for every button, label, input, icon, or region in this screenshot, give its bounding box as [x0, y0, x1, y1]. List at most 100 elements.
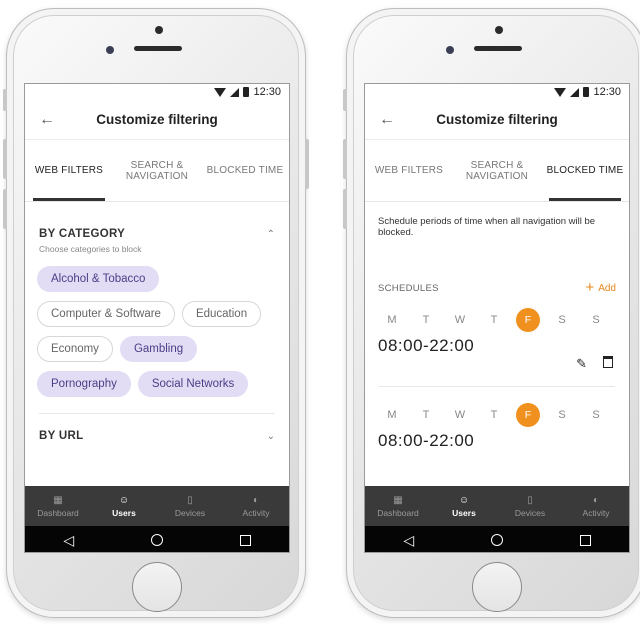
front-camera	[155, 26, 163, 34]
tab-search-navigation[interactable]: SEARCH & NAVIGATION	[453, 140, 541, 201]
chip-gambling[interactable]: Gambling	[119, 336, 198, 362]
category-subtitle: Choose categories to block	[39, 244, 142, 254]
section-title-category: BY CATEGORY	[39, 228, 126, 240]
phone-left: 12:30 ← Customize filtering WEB FILTERS …	[3, 8, 309, 618]
nav-dashboard[interactable]: ▦ Dashboard	[365, 486, 431, 526]
day-sat[interactable]: S	[545, 409, 579, 421]
nav-activity[interactable]: ◐ Activity	[223, 486, 289, 526]
status-time: 12:30	[593, 86, 621, 98]
add-schedule-button[interactable]: + Add	[585, 279, 616, 296]
chip-social-networks[interactable]: Social Networks	[137, 371, 249, 397]
day-tue[interactable]: T	[409, 314, 443, 326]
edit-pencil-icon[interactable]: ✎	[576, 356, 587, 372]
screen-web-filters: 12:30 ← Customize filtering WEB FILTERS …	[24, 83, 290, 553]
home-button[interactable]	[132, 562, 182, 612]
day-sat[interactable]: S	[545, 314, 579, 326]
home-button[interactable]	[472, 562, 522, 612]
signal-icon	[230, 87, 240, 97]
system-back-icon[interactable]: ◁	[403, 532, 414, 549]
mute-switch	[343, 89, 347, 111]
tab-web-filters[interactable]: WEB FILTERS	[365, 140, 453, 201]
day-fri-selected[interactable]: F	[516, 403, 540, 427]
pie-chart-icon: ◐	[252, 494, 260, 506]
schedule-time: 08:00-22:00	[378, 336, 475, 355]
users-icon: ☺	[458, 494, 470, 506]
chip-alcohol-tobacco[interactable]: Alcohol & Tobacco	[37, 266, 160, 292]
chip-pornography[interactable]: Pornography	[37, 371, 131, 397]
nav-users[interactable]: ☺ Users	[91, 486, 157, 526]
chip-economy[interactable]: Economy	[37, 336, 113, 362]
status-bar: 12:30	[25, 84, 289, 100]
bottom-nav: ▦ Dashboard ☺ Users ▯ Devices ◐ Activity	[365, 486, 629, 526]
volume-up-button	[343, 139, 347, 179]
proximity-sensor	[446, 46, 454, 54]
earpiece-speaker	[134, 46, 182, 51]
bottom-nav: ▦ Dashboard ☺ Users ▯ Devices ◐ Activity	[25, 486, 289, 526]
phone-icon: ▯	[187, 494, 193, 506]
nav-activity[interactable]: ◐ Activity	[563, 486, 629, 526]
tab-web-filters[interactable]: WEB FILTERS	[25, 140, 113, 201]
page-title: Customize filtering	[96, 112, 218, 127]
system-recents-icon[interactable]	[239, 534, 251, 546]
screen-blocked-time: 12:30 ← Customize filtering WEB FILTERS …	[364, 83, 630, 553]
wifi-icon	[554, 87, 567, 97]
day-sun[interactable]: S	[579, 314, 613, 326]
day-wed[interactable]: W	[443, 314, 477, 326]
arrow-left-icon[interactable]: ←	[379, 111, 399, 129]
nav-dashboard[interactable]: ▦ Dashboard	[25, 486, 91, 526]
schedule-time: 08:00-22:00	[378, 431, 475, 450]
system-home-icon[interactable]	[150, 534, 163, 546]
power-button	[305, 139, 309, 189]
system-nav-bar: ◁	[365, 526, 629, 552]
day-tue[interactable]: T	[409, 409, 443, 421]
tab-bar: WEB FILTERS SEARCH & NAVIGATION BLOCKED T…	[365, 140, 629, 202]
page-title: Customize filtering	[436, 112, 558, 127]
tab-search-navigation[interactable]: SEARCH & NAVIGATION	[113, 140, 201, 201]
users-icon: ☺	[118, 494, 130, 506]
day-sun[interactable]: S	[579, 409, 613, 421]
tab-blocked-time[interactable]: BLOCKED TIME	[541, 140, 629, 201]
chip-education[interactable]: Education	[181, 301, 262, 327]
day-thu[interactable]: T	[477, 314, 511, 326]
app-bar: ← Customize filtering	[25, 100, 289, 140]
chevron-down-icon[interactable]: ⌄	[267, 431, 275, 442]
day-fri-selected[interactable]: F	[516, 308, 540, 332]
blocked-time-description: Schedule periods of time when all naviga…	[378, 216, 596, 238]
grid-icon: ▦	[393, 494, 403, 506]
earpiece-speaker	[474, 46, 522, 51]
phone-right: 12:30 ← Customize filtering WEB FILTERS …	[343, 8, 640, 618]
battery-icon	[243, 87, 250, 97]
system-recents-icon[interactable]	[579, 534, 591, 546]
tab-blocked-time[interactable]: BLOCKED TIME	[201, 140, 289, 201]
schedule-days: M T W T F S S	[365, 308, 629, 332]
day-thu[interactable]: T	[477, 409, 511, 421]
day-wed[interactable]: W	[443, 409, 477, 421]
nav-devices[interactable]: ▯ Devices	[497, 486, 563, 526]
mute-switch	[3, 89, 7, 111]
plus-icon: +	[585, 279, 595, 296]
grid-icon: ▦	[53, 494, 63, 506]
day-mon[interactable]: M	[375, 314, 409, 326]
volume-down-button	[3, 189, 7, 229]
schedules-header: SCHEDULES + Add	[365, 279, 629, 296]
schedule-actions: ✎	[365, 356, 629, 372]
by-url-header[interactable]: BY URL ⌄	[25, 430, 289, 442]
trash-icon[interactable]	[603, 356, 613, 368]
system-back-icon[interactable]: ◁	[63, 532, 74, 549]
system-home-icon[interactable]	[490, 534, 503, 546]
by-category-header[interactable]: BY CATEGORY ⌃	[25, 228, 289, 240]
system-nav-bar: ◁	[25, 526, 289, 552]
arrow-left-icon[interactable]: ←	[39, 111, 59, 129]
phone-icon: ▯	[527, 494, 533, 506]
day-mon[interactable]: M	[375, 409, 409, 421]
nav-users[interactable]: ☺ Users	[431, 486, 497, 526]
tab-bar: WEB FILTERS SEARCH & NAVIGATION BLOCKED T…	[25, 140, 289, 202]
status-time: 12:30	[253, 86, 281, 98]
battery-icon	[583, 87, 590, 97]
chip-computer-software[interactable]: Computer & Software	[37, 301, 175, 327]
proximity-sensor	[106, 46, 114, 54]
chevron-up-icon[interactable]: ⌃	[267, 229, 275, 240]
nav-devices[interactable]: ▯ Devices	[157, 486, 223, 526]
wifi-icon	[214, 87, 227, 97]
front-camera	[495, 26, 503, 34]
